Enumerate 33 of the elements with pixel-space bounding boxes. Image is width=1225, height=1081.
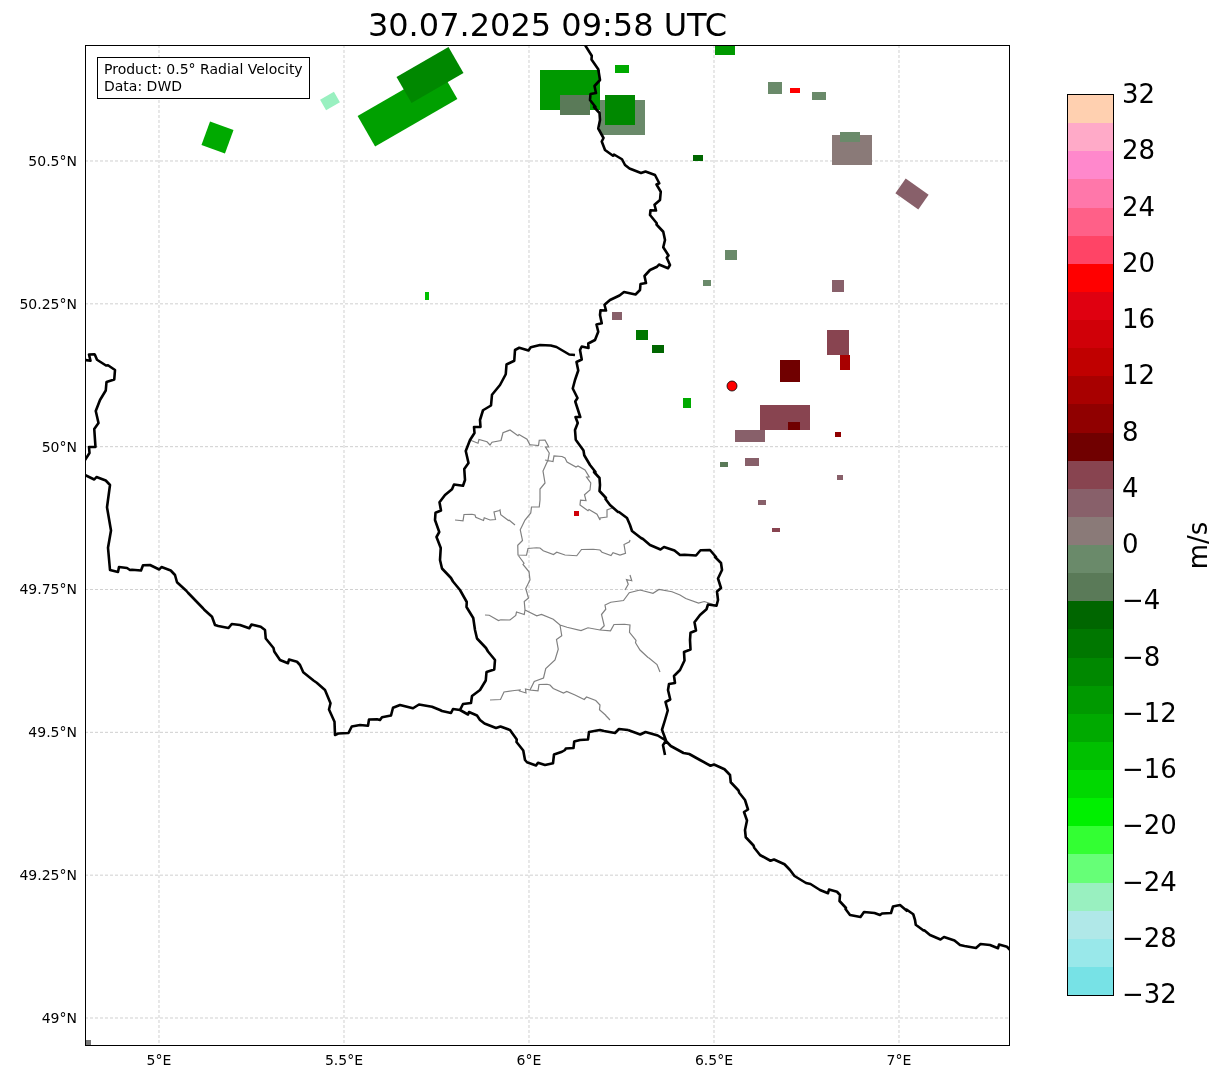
longitude-label: 5.5°E <box>324 1052 364 1068</box>
colorbar-tick-label: −32 <box>1122 979 1177 1009</box>
colorbar-tick-label: 4 <box>1122 472 1139 503</box>
colorbar-tick-label: 12 <box>1122 360 1156 391</box>
latitude-label: 49.75°N <box>19 581 77 598</box>
colorbar-tick-label: 24 <box>1122 191 1156 222</box>
latitude-label: 50°N <box>41 438 77 455</box>
colorbar-tick-label: −28 <box>1122 922 1177 953</box>
longitude-label: 5°E <box>146 1052 172 1068</box>
longitude-label: 7°E <box>886 1052 912 1068</box>
colorbar-unit-label: m/s <box>1182 521 1215 569</box>
colorbar-tick-label: −20 <box>1122 810 1177 841</box>
latitude-label: 50.25°N <box>19 295 77 312</box>
colorbar-tick-label: −8 <box>1122 641 1161 672</box>
longitude-label: 6.5°E <box>694 1052 734 1068</box>
colorbar-tick-label: 0 <box>1122 529 1139 559</box>
colorbar-tick-label: −4 <box>1122 585 1161 616</box>
colorbar-tick-label: 20 <box>1122 247 1156 278</box>
legend-text: Product: 0.5° Radial Velocity <box>104 61 303 78</box>
colorbar-tick-label: −12 <box>1122 697 1177 728</box>
colorbar-tick-label: 16 <box>1122 304 1156 334</box>
latitude-label: 49.5°N <box>28 724 77 741</box>
chart-title: 30.07.2025 09:58 UTC <box>367 5 728 45</box>
colorbar-tick-label: 28 <box>1122 135 1156 166</box>
colorbar-tick-label: −16 <box>1122 754 1177 784</box>
colorbar-tick-label: 32 <box>1122 79 1156 109</box>
legend-text: Data: DWD <box>104 78 183 95</box>
longitude-label: 6°E <box>516 1052 542 1068</box>
colorbar-tick-label: 8 <box>1122 416 1139 447</box>
latitude-label: 49°N <box>41 1010 77 1026</box>
latitude-label: 50.5°N <box>28 152 77 169</box>
colorbar-tick-label: −24 <box>1122 866 1177 897</box>
latitude-label: 49.25°N <box>19 867 77 884</box>
